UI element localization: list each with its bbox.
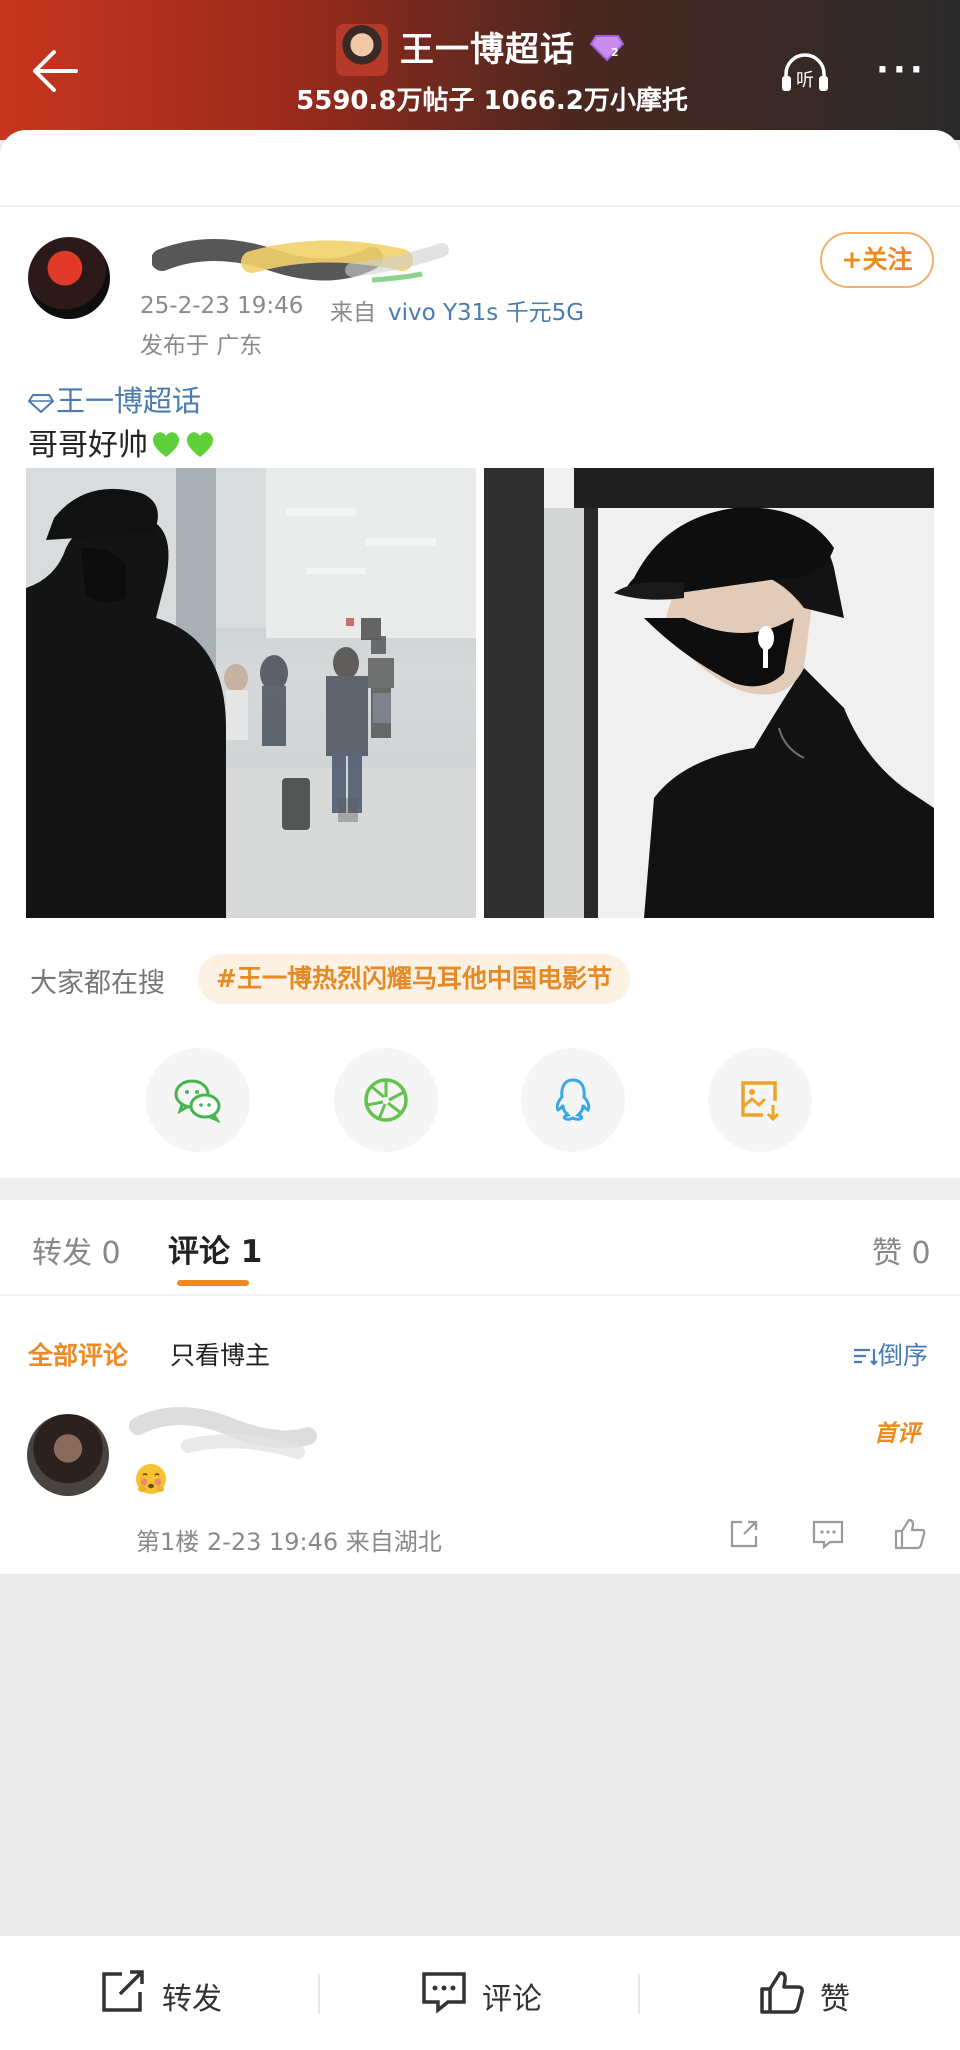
green-heart-icon [186, 432, 214, 457]
save-image-icon [741, 1081, 780, 1122]
thumbs-up-icon [894, 1518, 926, 1550]
comment-like-button[interactable] [892, 1516, 928, 1552]
moments-icon [364, 1078, 408, 1122]
sort-icon [854, 1348, 878, 1366]
back-arrow-icon [33, 50, 78, 92]
topic-stats: 5590.8万帖子 1066.2万小摩托 [296, 86, 688, 116]
topic-header: 王一博超话 2 5590.8万帖子 1066.2万小摩托 听 ··· [0, 0, 960, 140]
post-source-prefix: 来自 [330, 300, 376, 326]
topic-link[interactable]: 王一博超话 [28, 378, 201, 420]
tab-reposts[interactable]: 转发 0 [32, 1228, 121, 1272]
first-comment-badge: 首评 [874, 1421, 920, 1447]
listen-button[interactable]: 听 [778, 46, 832, 100]
share-qq-button[interactable] [521, 1048, 625, 1152]
post-text-content: 哥哥好帅 [28, 428, 148, 463]
bottom-comment-button[interactable]: 评论 [420, 1970, 560, 2017]
sort-label: 倒序 [878, 1341, 929, 1370]
filter-author-only[interactable]: 只看博主 [170, 1336, 270, 1372]
bottom-repost-button[interactable]: 转发 [100, 1970, 240, 2017]
follow-button[interactable]: +关注 [820, 232, 934, 288]
shy-face-emoji-icon [136, 1464, 166, 1494]
wechat-icon [174, 1079, 221, 1124]
comment-icon [812, 1520, 844, 1550]
comment-share-button[interactable] [726, 1516, 762, 1552]
divider [318, 1974, 320, 2014]
section-gap [0, 1178, 960, 1200]
author-avatar[interactable] [28, 237, 110, 319]
comments-section: 全部评论 只看博主 倒序 首评 第1楼 2-23 19:46 来自湖北 [0, 1296, 960, 1574]
level-badge: 2 [589, 34, 625, 62]
more-button[interactable]: ··· [876, 53, 927, 87]
divider [638, 1974, 640, 2014]
comment-reply-button[interactable] [810, 1516, 846, 1552]
author-name-redacted [152, 239, 449, 283]
interaction-tabs: 转发 0 评论 1 赞 0 [0, 1200, 960, 1296]
trending-search-label: 大家都在搜 [30, 968, 165, 999]
topic-link-text: 王一博超话 [56, 384, 202, 418]
post-location: 发布于 广东 [140, 333, 263, 359]
thumbs-up-icon [760, 1971, 804, 2014]
bottom-action-bar: 转发 评论 赞 [0, 1936, 960, 2050]
listen-label: 听 [796, 70, 814, 91]
topic-title[interactable]: 王一博超话 [400, 22, 575, 71]
post-image-1[interactable] [26, 468, 476, 918]
comment-meta: 第1楼 2-23 19:46 来自湖北 [136, 1528, 442, 1556]
trending-search-tag[interactable]: #王一博热烈闪耀马耳他中国电影节 [198, 954, 630, 1004]
back-button[interactable] [30, 48, 80, 94]
green-heart-icon [152, 432, 180, 457]
diamond-icon [28, 394, 54, 413]
save-image-button[interactable] [708, 1048, 812, 1152]
qq-icon [555, 1078, 591, 1121]
share-wechat-button[interactable] [146, 1048, 250, 1152]
bottom-like-button[interactable]: 赞 [758, 1970, 878, 2017]
post-image-2[interactable] [484, 468, 934, 918]
photo-airport-illustration [26, 468, 476, 918]
topic-avatar[interactable] [336, 24, 388, 76]
headphones-icon: 听 [782, 53, 828, 91]
post-time: 25-2-23 19:46 [140, 293, 304, 319]
commenter-avatar[interactable] [27, 1414, 109, 1496]
post-text: 哥哥好帅 [28, 420, 216, 464]
post-device[interactable]: vivo Y31s 千元5G [388, 293, 584, 327]
tab-comments[interactable]: 评论 1 [168, 1226, 262, 1271]
post-card: 25-2-23 19:46 来自 vivo Y31s 千元5G 发布于 广东 +… [0, 130, 960, 1178]
bottom-comment-label: 评论 [482, 1982, 542, 2017]
active-tab-indicator [177, 1280, 249, 1286]
tab-likes[interactable]: 赞 0 [872, 1228, 931, 1272]
photo-profile-illustration [484, 468, 934, 918]
divider [0, 205, 960, 207]
sort-button[interactable]: 倒序 [852, 1336, 928, 1372]
repost-icon [102, 1970, 144, 2012]
diamond-icon: 2 [589, 35, 625, 62]
bottom-like-label: 赞 [820, 1982, 850, 2017]
share-icon [730, 1520, 758, 1548]
filter-all-comments[interactable]: 全部评论 [28, 1336, 128, 1372]
comment-icon [422, 1972, 466, 2014]
share-moments-button[interactable] [334, 1048, 438, 1152]
level-number: 2 [611, 46, 619, 59]
bottom-repost-label: 转发 [162, 1982, 222, 2017]
